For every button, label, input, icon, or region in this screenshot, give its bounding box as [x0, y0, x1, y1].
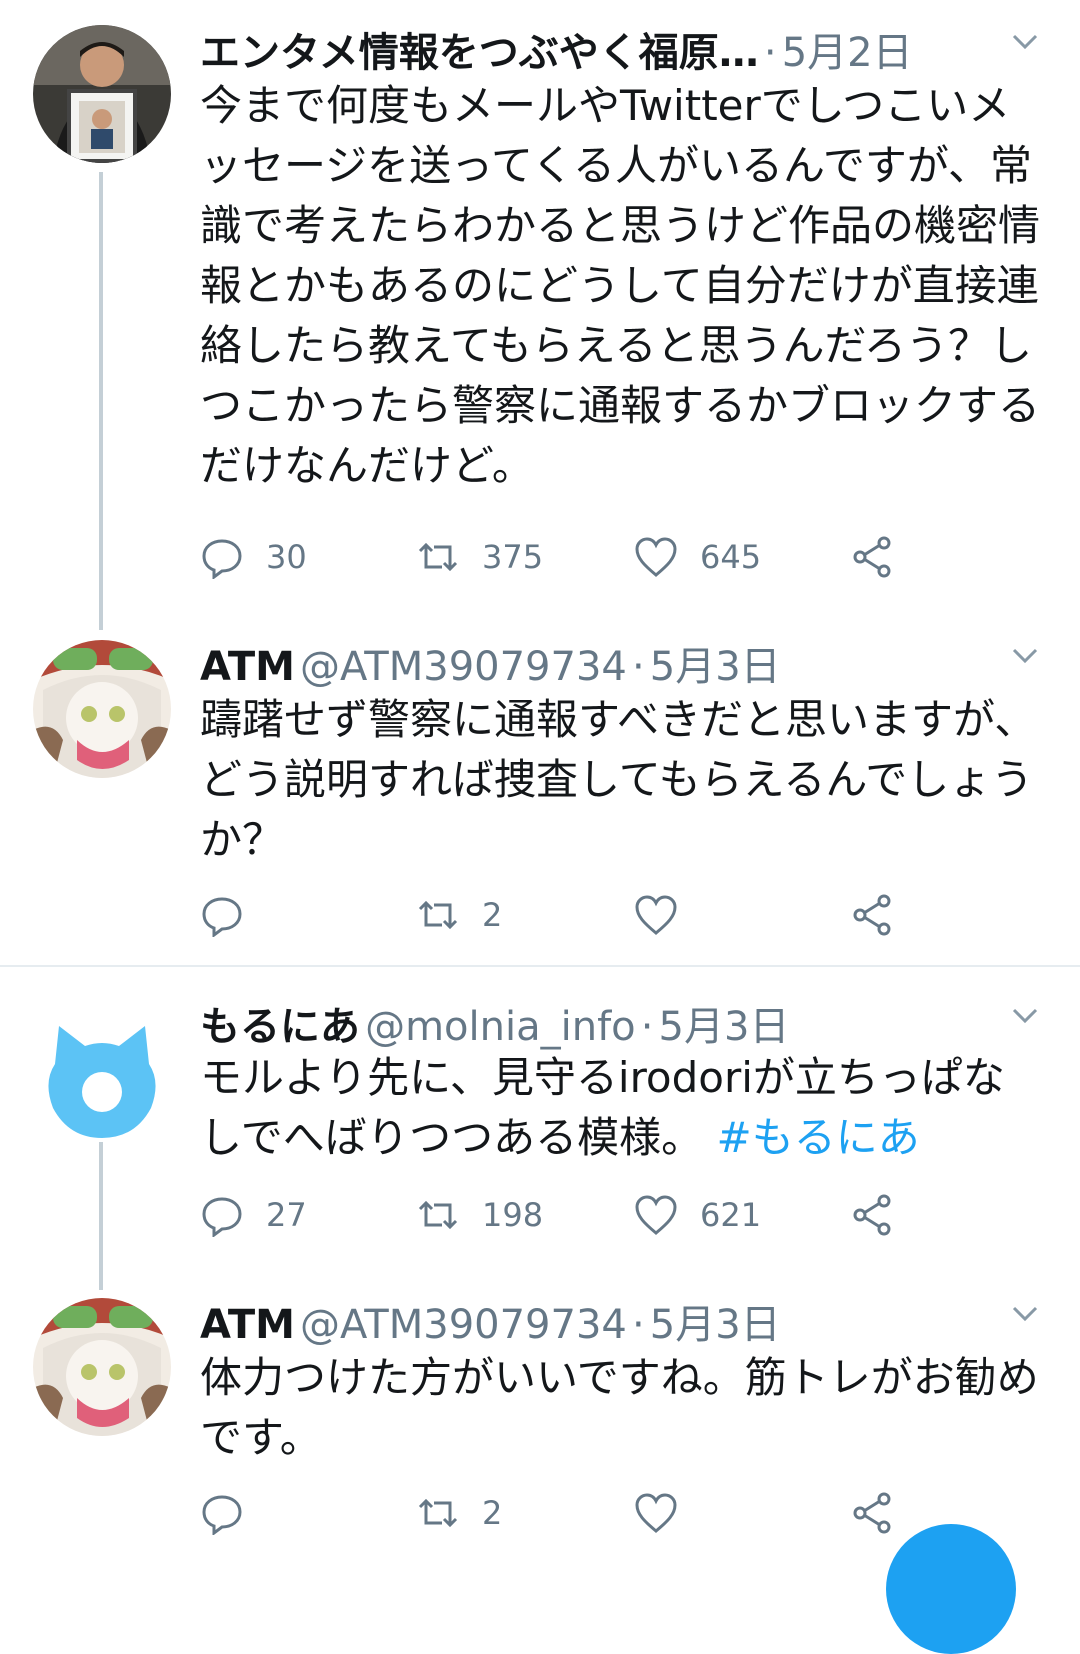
avatar[interactable] [33, 640, 171, 778]
display-name[interactable]: ATM [200, 644, 295, 690]
hashtag-link[interactable]: #もるにあ [717, 1113, 920, 1162]
display-name[interactable]: エンタメ情報をつぶやく福原… [200, 30, 759, 76]
chevron-down-icon[interactable] [1010, 26, 1040, 56]
retweet-count: 375 [482, 538, 544, 576]
tweet-text-container: モルより先に、見守るirodoriが立ちっぱなしでへばりつつある模様。 #もるに… [200, 1048, 1040, 1168]
share-icon [853, 1492, 891, 1534]
user-handle[interactable]: @ATM39079734 [300, 644, 627, 690]
tweet[interactable]: もるにあ @molnia_info · 5月3日 モルより先に、見守るirodo… [0, 990, 1080, 1270]
share-icon [853, 536, 891, 578]
tweet-date[interactable]: 5月3日 [659, 1004, 790, 1050]
tweet-actions: 2 [200, 1488, 900, 1538]
share-button[interactable] [850, 1190, 894, 1240]
reply-icon [202, 1197, 242, 1237]
heart-icon [635, 1195, 677, 1235]
tweet-header: エンタメ情報をつぶやく福原… · 5月2日 [200, 20, 1040, 76]
tweet-date[interactable]: 5月2日 [782, 30, 913, 76]
like-button[interactable] [634, 890, 700, 940]
reply-icon [202, 539, 242, 579]
reply-count: 30 [266, 538, 307, 576]
retweet-icon [418, 1200, 458, 1230]
reply-button[interactable] [200, 890, 266, 940]
share-button[interactable] [850, 532, 894, 582]
tweet-actions: 2 [200, 890, 900, 940]
retweet-icon [418, 542, 458, 572]
compose-tweet-button[interactable] [886, 1524, 1016, 1654]
reply-icon [202, 1495, 242, 1535]
separator-dot: · [763, 30, 777, 76]
reply-count: 27 [266, 1196, 307, 1234]
tweet[interactable]: エンタメ情報をつぶやく福原… · 5月2日 今まで何度もメールやTwitterで… [0, 0, 1080, 610]
separator-dot: · [640, 1004, 654, 1050]
like-count: 621 [700, 1196, 762, 1234]
tweet[interactable]: ATM @ATM39079734 · 5月3日 躊躇せず警察に通報すべきだと思い… [0, 630, 1080, 960]
heart-icon [635, 895, 677, 935]
reply-button[interactable]: 30 [200, 532, 307, 582]
tweet-text: 今まで何度もメールやTwitterでしつこいメッセージを送ってくる人がいるんです… [200, 81, 1041, 490]
retweet-button[interactable]: 2 [416, 890, 502, 940]
user-handle[interactable]: @molnia_info [365, 1004, 636, 1050]
chevron-down-icon[interactable] [1010, 1000, 1040, 1030]
tweet-header: もるにあ @molnia_info · 5月3日 [200, 994, 1040, 1050]
retweet-button[interactable]: 375 [416, 532, 543, 582]
tweet-text: 体力つけた方がいいですね。筋トレがお勧めです。 [200, 1353, 1039, 1462]
separator-dot: · [631, 644, 645, 690]
retweet-button[interactable]: 2 [416, 1488, 502, 1538]
chevron-down-icon[interactable] [1010, 1298, 1040, 1328]
chevron-down-icon[interactable] [1010, 640, 1040, 670]
tweet-text: 躊躇せず警察に通報すべきだと思いますが、どう説明すれば捜査してもらえるんでしょう… [200, 695, 1037, 864]
tweet-header: ATM @ATM39079734 · 5月3日 [200, 634, 1040, 690]
tweet-actions: 27 198 621 [200, 1190, 900, 1240]
like-button[interactable]: 621 [634, 1190, 761, 1240]
retweet-icon [418, 900, 458, 930]
share-button[interactable] [850, 890, 894, 940]
retweet-count: 2 [482, 896, 503, 934]
separator-dot: · [631, 1302, 645, 1348]
like-button[interactable]: 645 [634, 532, 761, 582]
avatar[interactable] [33, 1004, 171, 1142]
user-handle[interactable]: @ATM39079734 [300, 1302, 627, 1348]
tweet-date[interactable]: 5月3日 [650, 644, 781, 690]
share-icon [853, 1194, 891, 1236]
tweet-date[interactable]: 5月3日 [650, 1302, 781, 1348]
like-count: 645 [700, 538, 762, 576]
reply-button[interactable] [200, 1488, 266, 1538]
avatar[interactable] [33, 25, 171, 163]
retweet-icon [418, 1498, 458, 1528]
like-button[interactable] [634, 1488, 700, 1538]
reply-button[interactable]: 27 [200, 1190, 307, 1240]
heart-icon [635, 537, 677, 577]
heart-icon [635, 1493, 677, 1533]
divider [0, 965, 1080, 967]
retweet-button[interactable]: 198 [416, 1190, 543, 1240]
display-name[interactable]: もるにあ [200, 1004, 360, 1050]
retweet-count: 2 [482, 1494, 503, 1532]
share-icon [853, 894, 891, 936]
share-button[interactable] [850, 1488, 894, 1538]
retweet-count: 198 [482, 1196, 544, 1234]
display-name[interactable]: ATM [200, 1302, 295, 1348]
avatar[interactable] [33, 1298, 171, 1436]
reply-icon [202, 897, 242, 937]
tweet-header: ATM @ATM39079734 · 5月3日 [200, 1292, 1040, 1348]
tweet-actions: 30 375 645 [200, 532, 900, 582]
